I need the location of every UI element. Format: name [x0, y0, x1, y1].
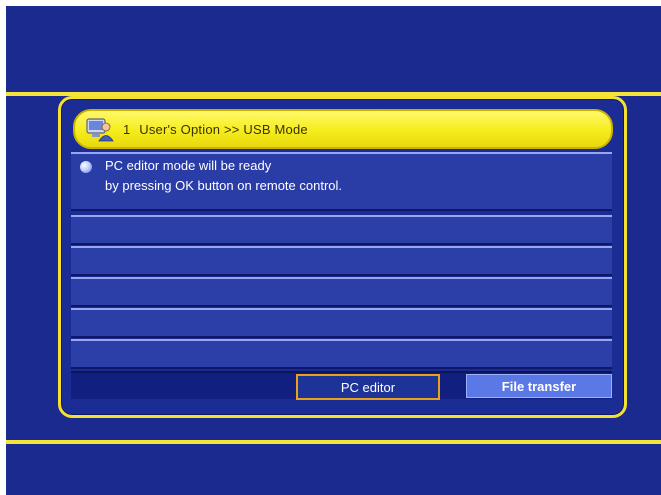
page-title: User's Option >> USB Mode	[139, 121, 308, 137]
tv-screen: 1 User's Option >> USB Mode PC editor mo…	[6, 6, 661, 495]
panel-header: 1 User's Option >> USB Mode	[73, 109, 613, 149]
message-row: PC editor mode will be ready by pressing…	[71, 152, 612, 211]
empty-list-row	[71, 308, 612, 338]
pc-editor-button[interactable]: PC editor	[296, 374, 440, 400]
menu-number: 1	[123, 121, 131, 137]
bottom-divider-line	[6, 440, 661, 444]
empty-list-row	[71, 277, 612, 307]
button-bar: PC editor File transfer	[71, 371, 612, 400]
file-transfer-button[interactable]: File transfer	[466, 374, 612, 398]
empty-list-row	[71, 339, 612, 369]
message-line-2: by pressing OK button on remote control.	[105, 178, 343, 193]
empty-list-row	[71, 246, 612, 276]
user-option-icon	[86, 118, 114, 142]
message-line-1: PC editor mode will be ready	[105, 158, 272, 173]
empty-list-row	[71, 215, 612, 245]
info-bullet-icon	[80, 161, 92, 173]
usb-mode-panel: 1 User's Option >> USB Mode PC editor mo…	[58, 96, 627, 418]
